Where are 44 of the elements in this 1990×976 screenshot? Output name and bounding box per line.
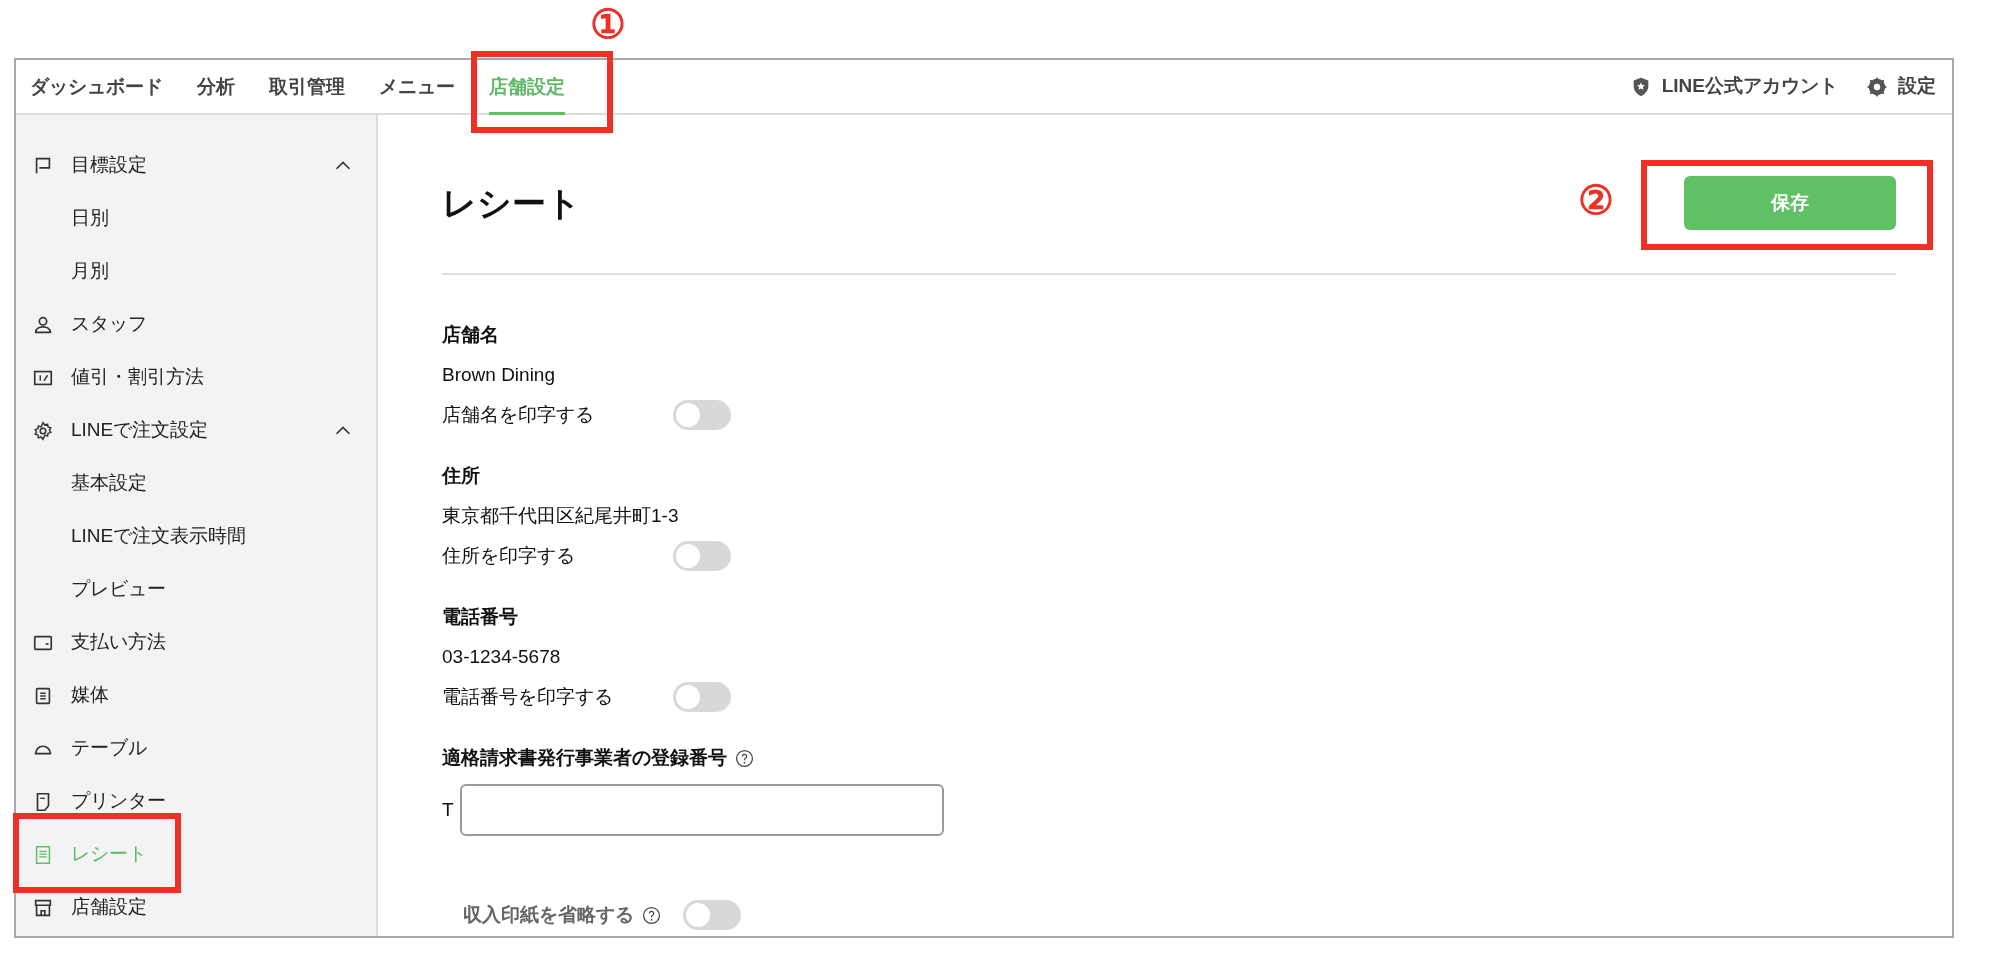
field-label: 電話番号 <box>442 604 519 629</box>
field-value: 東京都千代田区紀尾井町1-3 <box>442 503 680 528</box>
field-label: 住所 <box>442 463 481 488</box>
sidebar-item[interactable]: 目標設定 <box>16 139 376 192</box>
settings-icon <box>32 419 54 442</box>
sidebar-item[interactable]: 日別 <box>16 192 376 245</box>
step-number: ① <box>590 4 626 44</box>
toggle-label: 電話番号を印字する <box>442 684 614 709</box>
toggle-label: 住所を印字する <box>442 543 576 568</box>
field-value: Brown Dining <box>442 362 556 387</box>
nav-tab[interactable]: ダッシュボード <box>30 60 163 115</box>
page-title: レシート <box>442 182 581 224</box>
nav-tab[interactable]: メニュー <box>379 60 455 115</box>
toggle-switch[interactable] <box>673 682 731 712</box>
toggle-label: 店舗名を印字する <box>442 402 595 427</box>
input-field[interactable] <box>460 784 944 836</box>
toggle-switch[interactable] <box>673 400 731 430</box>
sidebar-item[interactable]: プレビュー <box>16 563 376 616</box>
toggle-label: 収入印紙を省略する <box>463 902 634 927</box>
nav-tab[interactable]: 取引管理 <box>269 60 345 115</box>
sidebar-item[interactable]: プリンター <box>16 775 376 828</box>
nav-link[interactable]: 設定 <box>1866 72 1936 101</box>
sidebar-item[interactable]: 支払い方法 <box>16 616 376 669</box>
toggle-switch[interactable] <box>683 900 741 930</box>
step-number: ② <box>1578 180 1614 220</box>
sidebar-item[interactable]: LINEで注文表示時間 <box>16 510 376 563</box>
field-label: 店舗名 <box>442 322 500 347</box>
field-label: 適格請求書発行事業者の登録番号 <box>442 745 727 770</box>
sidebar-item[interactable]: スタッフ <box>16 298 376 351</box>
help-icon <box>735 748 754 768</box>
settings-icon <box>1866 75 1888 98</box>
nav-link[interactable]: LINE公式アカウント <box>1629 72 1838 101</box>
sidebar-item[interactable]: 値引・割引方法 <box>16 351 376 404</box>
sidebar-item[interactable]: 基本設定 <box>16 457 376 510</box>
sidebar-item[interactable]: テーブル <box>16 722 376 775</box>
toggle-switch[interactable] <box>673 541 731 571</box>
sidebar-item[interactable]: LINEで注文設定 <box>16 404 376 457</box>
field-value: 03-1234-5678 <box>442 644 562 669</box>
sidebar-item[interactable]: 月別 <box>16 245 376 298</box>
sidebar-item[interactable]: 店舗設定 <box>16 881 376 934</box>
nav-tab[interactable]: 分析 <box>197 60 235 115</box>
help-icon <box>642 905 661 925</box>
input-prefix: T <box>442 797 455 822</box>
sidebar-item[interactable]: 媒体 <box>16 669 376 722</box>
